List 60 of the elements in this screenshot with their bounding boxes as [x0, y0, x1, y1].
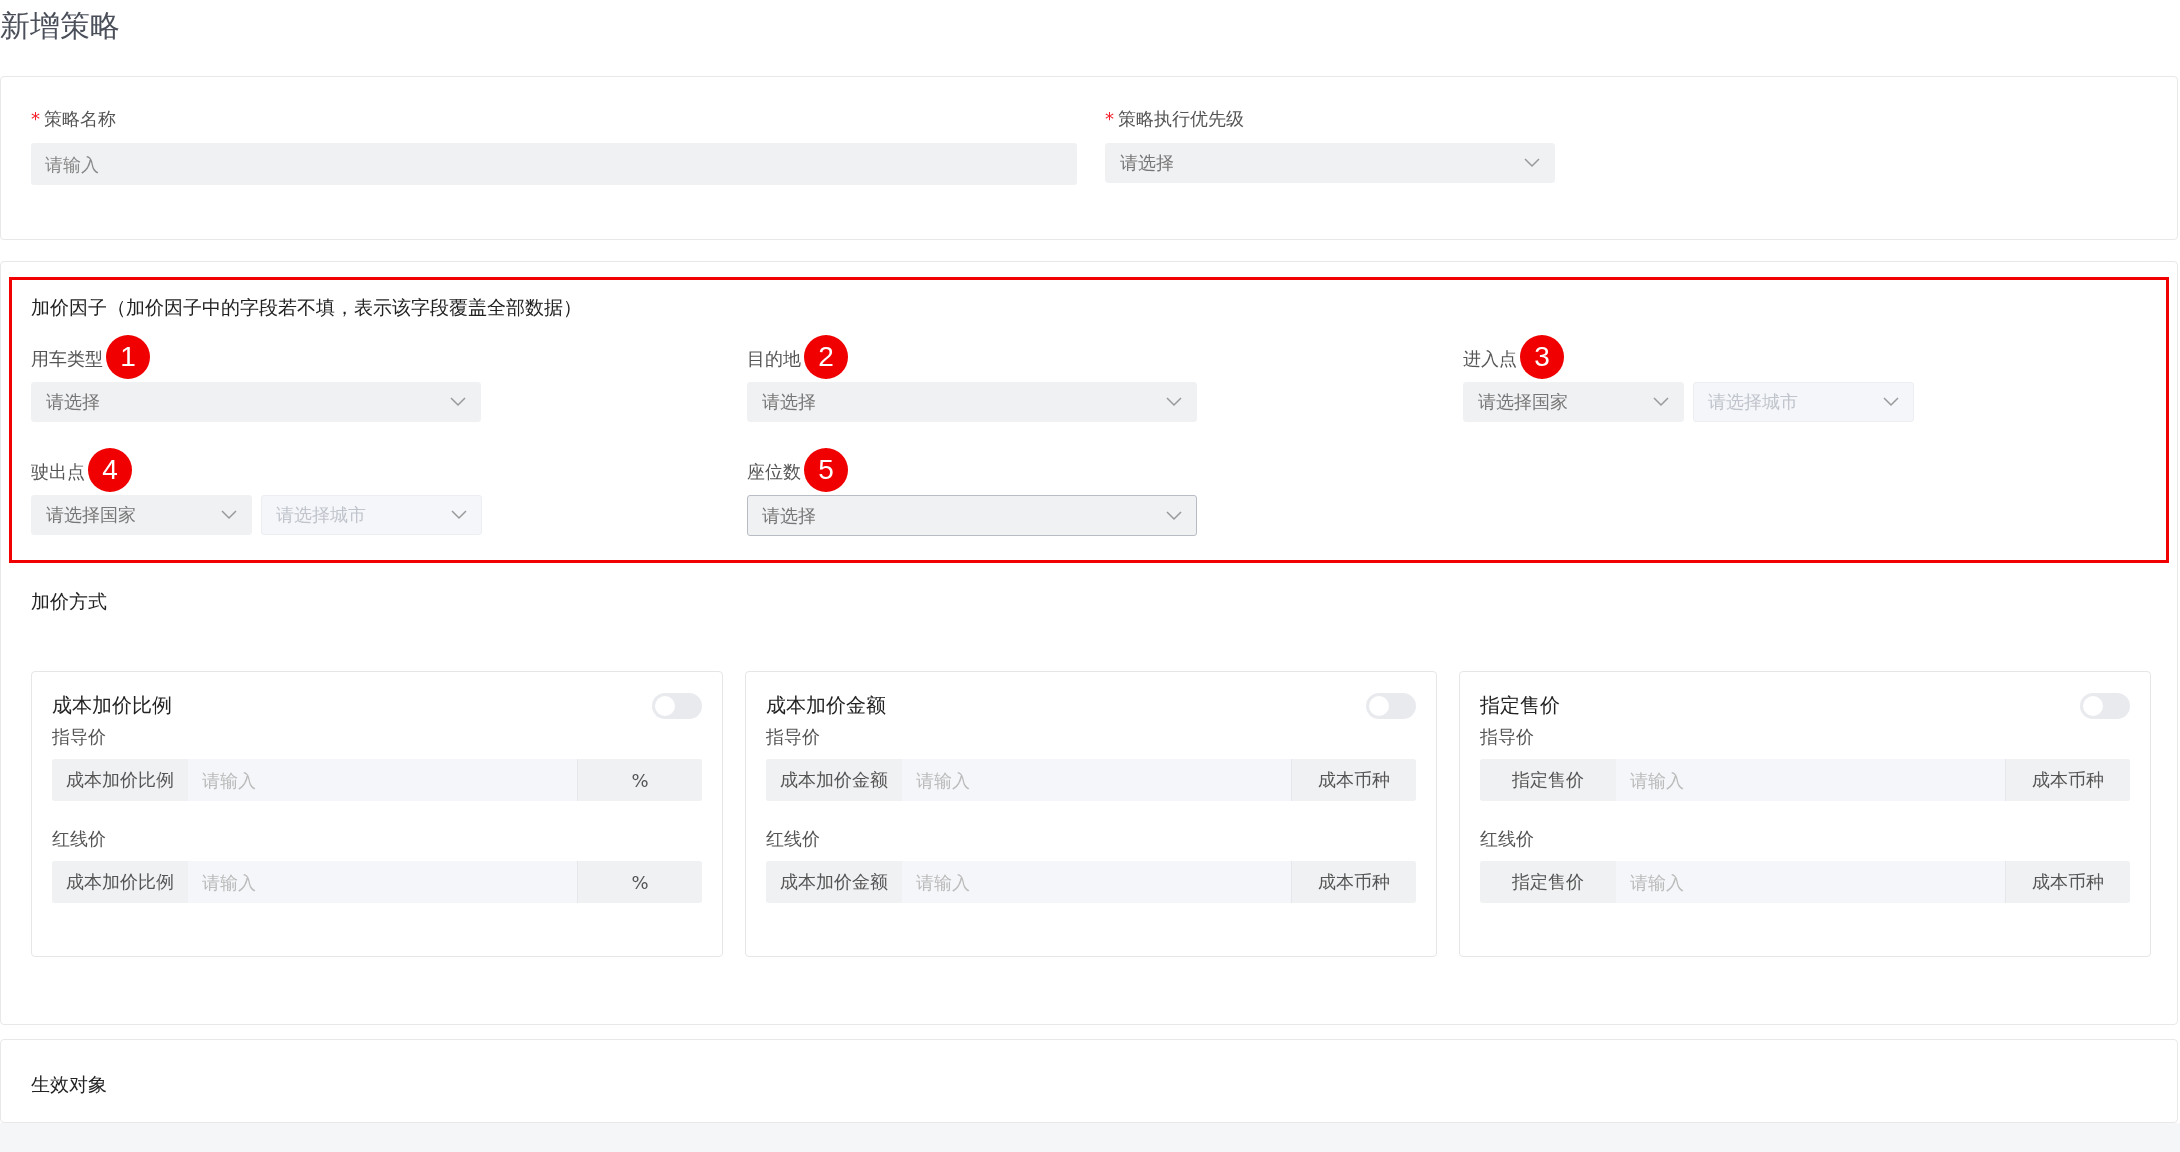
select-field[interactable]: 请选择 — [31, 382, 481, 422]
input-prefix: 指定售价 — [1480, 861, 1616, 903]
page-title: 新增策略 — [0, 7, 121, 45]
chevron-down-icon — [1653, 397, 1669, 407]
method-title: 成本加价比例 — [52, 692, 172, 719]
input-prefix: 成本加价比例 — [52, 861, 188, 903]
section-heading: 加价方式 — [31, 589, 108, 614]
chevron-down-icon — [451, 510, 467, 520]
chevron-down-icon — [1166, 397, 1182, 407]
input-group[interactable]: 成本加价比例 请输入 % — [52, 861, 702, 903]
section-heading: 生效对象 — [31, 1072, 108, 1097]
chevron-down-icon — [1524, 158, 1540, 168]
input-suffix: % — [577, 861, 702, 903]
select-field[interactable]: 请选择国家 — [1463, 382, 1684, 422]
field-label: 红线价 — [766, 827, 821, 851]
field-label: 目的地 — [747, 348, 801, 369]
select-field[interactable]: 请选择 — [747, 382, 1197, 422]
number-badge: 3 — [1520, 335, 1564, 379]
number-badge: 2 — [804, 335, 848, 379]
method-title: 指定售价 — [1480, 692, 1560, 719]
section-heading: 加价因子（加价因子中的字段若不填，表示该字段覆盖全部数据） — [31, 295, 583, 320]
input-group[interactable]: 指定售价 请输入 成本币种 — [1480, 861, 2130, 903]
input-suffix: 成本币种 — [2005, 861, 2130, 903]
field-label: 驶出点 — [31, 461, 85, 482]
input-prefix: 成本加价金额 — [766, 759, 902, 801]
input-suffix: 成本币种 — [1291, 759, 1416, 801]
required-mark: * — [31, 108, 40, 129]
method-title: 成本加价金额 — [766, 692, 886, 719]
field-label: 指导价 — [1480, 725, 1535, 749]
input-suffix: % — [577, 759, 702, 801]
chevron-down-icon — [221, 510, 237, 520]
input-field[interactable]: 请输入 — [31, 143, 1077, 185]
field-label: 指导价 — [52, 725, 107, 749]
number-badge: 4 — [88, 448, 132, 492]
input-group[interactable]: 成本加价金额 请输入 成本币种 — [766, 861, 1416, 903]
number-badge: 1 — [106, 335, 150, 379]
chevron-down-icon — [1166, 510, 1182, 521]
field-label: 红线价 — [1480, 827, 1535, 851]
field-label: 座位数 — [747, 461, 801, 482]
chevron-down-icon — [450, 397, 466, 407]
select-field[interactable]: 请选择 — [1105, 143, 1555, 183]
required-mark: * — [1105, 108, 1114, 129]
chevron-down-icon — [1883, 397, 1899, 407]
field-label: 指导价 — [766, 725, 821, 749]
input-group[interactable]: 成本加价金额 请输入 成本币种 — [766, 759, 1416, 801]
field-label: * 策略执行优先级 — [1105, 107, 1245, 131]
input-prefix: 成本加价比例 — [52, 759, 188, 801]
input-suffix: 成本币种 — [2005, 759, 2130, 801]
input-group[interactable]: 指定售价 请输入 成本币种 — [1480, 759, 2130, 801]
field-label: 用车类型 — [31, 348, 103, 369]
field-label: 进入点 — [1463, 348, 1517, 369]
field-label: 红线价 — [52, 827, 107, 851]
number-badge: 5 — [804, 448, 848, 492]
field-label: * 策略名称 — [31, 107, 117, 131]
select-field[interactable]: 请选择 — [747, 495, 1197, 536]
input-group[interactable]: 成本加价比例 请输入 % — [52, 759, 702, 801]
input-prefix: 成本加价金额 — [766, 861, 902, 903]
select-field[interactable]: 请选择国家 — [31, 495, 252, 535]
input-suffix: 成本币种 — [1291, 861, 1416, 903]
input-prefix: 指定售价 — [1480, 759, 1616, 801]
